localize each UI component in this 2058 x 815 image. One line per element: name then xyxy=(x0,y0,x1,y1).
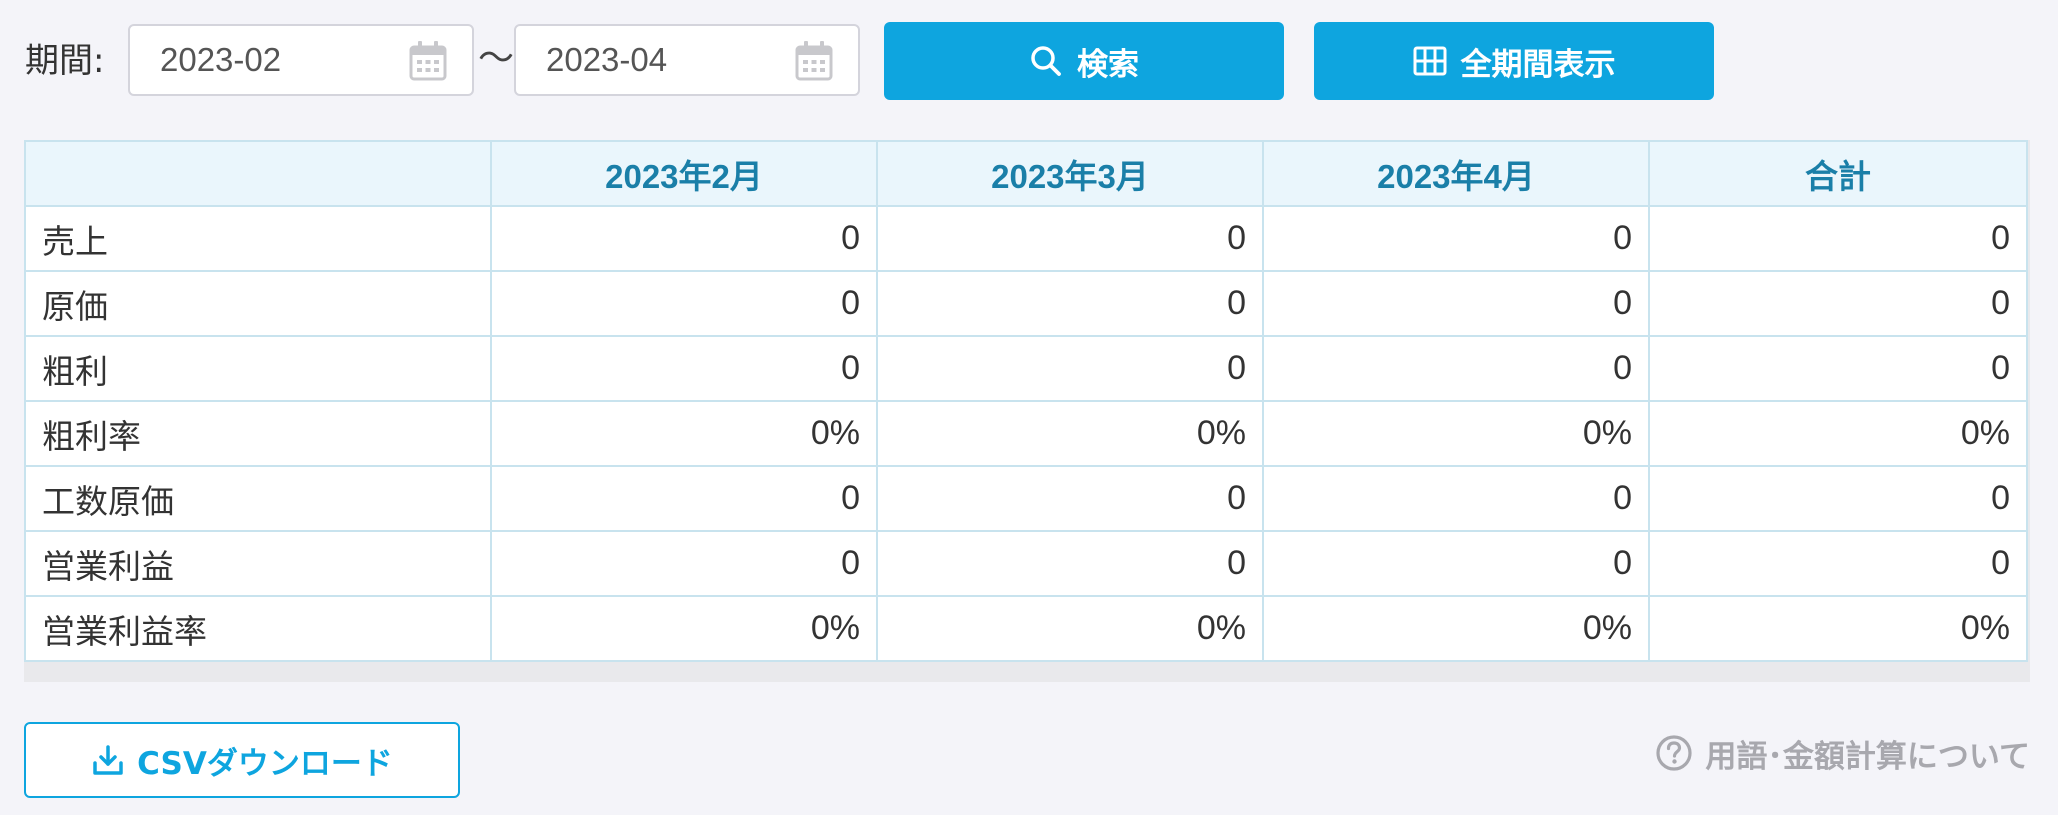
header-cell-total: 合計 xyxy=(1648,140,2028,207)
row-value: 0 xyxy=(490,530,878,597)
calendar-icon[interactable] xyxy=(794,40,834,82)
row-value: 0 xyxy=(1262,465,1650,532)
row-value: 0 xyxy=(876,270,1264,337)
row-total: 0 xyxy=(1648,205,2028,272)
table-header-row: 2023年2月 2023年3月 2023年4月 合計 xyxy=(24,140,2028,207)
table-row: 粗利率 0% 0% 0% 0% xyxy=(24,400,2028,467)
search-button-label: 検索 xyxy=(1077,46,1139,83)
row-total: 0 xyxy=(1648,270,2028,337)
header-cell-month: 2023年4月 xyxy=(1262,140,1650,207)
row-total: 0 xyxy=(1648,335,2028,402)
period-from-input[interactable] xyxy=(128,24,474,96)
table-row: 営業利益率 0% 0% 0% 0% xyxy=(24,595,2028,662)
row-value: 0 xyxy=(876,465,1264,532)
range-separator: 〜 xyxy=(478,38,515,79)
table-scroll-container[interactable]: 2023年2月 2023年3月 2023年4月 合計 売上 0 0 0 0 原価… xyxy=(24,140,2030,682)
row-total: 0% xyxy=(1648,595,2028,662)
csv-download-label: CSVダウンロード xyxy=(137,745,393,782)
header-cell-month: 2023年3月 xyxy=(876,140,1264,207)
row-value: 0 xyxy=(1262,270,1650,337)
row-value: 0% xyxy=(876,595,1264,662)
row-value: 0% xyxy=(1262,400,1650,467)
calendar-icon[interactable] xyxy=(408,40,448,82)
search-icon xyxy=(1031,46,1061,76)
row-label: 売上 xyxy=(24,205,492,272)
all-period-button[interactable]: 全期間表示 xyxy=(1314,22,1714,100)
row-value: 0% xyxy=(490,595,878,662)
row-value: 0 xyxy=(490,335,878,402)
row-value: 0 xyxy=(490,205,878,272)
period-from-value[interactable] xyxy=(160,26,390,94)
row-value: 0 xyxy=(490,270,878,337)
period-label: 期間: xyxy=(25,41,105,81)
grid-icon xyxy=(1413,46,1446,76)
period-to-value[interactable] xyxy=(546,26,776,94)
download-icon xyxy=(93,745,123,775)
period-to-input[interactable] xyxy=(514,24,860,96)
row-total: 0% xyxy=(1648,400,2028,467)
row-value: 0 xyxy=(1262,205,1650,272)
row-total: 0 xyxy=(1648,465,2028,532)
row-label: 粗利率 xyxy=(24,400,492,467)
row-value: 0 xyxy=(876,335,1264,402)
question-circle-icon xyxy=(1656,735,1693,771)
row-value: 0 xyxy=(876,530,1264,597)
row-label: 営業利益率 xyxy=(24,595,492,662)
row-value: 0 xyxy=(1262,335,1650,402)
header-cell-label xyxy=(24,140,492,207)
profit-loss-table: 2023年2月 2023年3月 2023年4月 合計 売上 0 0 0 0 原価… xyxy=(24,140,2028,662)
csv-download-button[interactable]: CSVダウンロード xyxy=(24,722,460,798)
row-value: 0% xyxy=(876,400,1264,467)
help-link-label: 用語･金額計算について xyxy=(1705,738,2030,775)
row-value: 0 xyxy=(1262,530,1650,597)
table-row: 原価 0 0 0 0 xyxy=(24,270,2028,337)
table-row: 売上 0 0 0 0 xyxy=(24,205,2028,272)
row-value: 0% xyxy=(1262,595,1650,662)
row-value: 0% xyxy=(490,400,878,467)
table-row: 粗利 0 0 0 0 xyxy=(24,335,2028,402)
row-label: 営業利益 xyxy=(24,530,492,597)
filter-bar: 期間: 〜 xyxy=(0,0,2058,130)
row-value: 0 xyxy=(876,205,1264,272)
all-period-button-label: 全期間表示 xyxy=(1460,46,1616,83)
row-label: 原価 xyxy=(24,270,492,337)
row-label: 粗利 xyxy=(24,335,492,402)
table-row: 工数原価 0 0 0 0 xyxy=(24,465,2028,532)
terms-calculation-help-link[interactable]: 用語･金額計算について xyxy=(1655,730,2030,776)
table-row: 営業利益 0 0 0 0 xyxy=(24,530,2028,597)
row-value: 0 xyxy=(490,465,878,532)
row-total: 0 xyxy=(1648,530,2028,597)
row-label: 工数原価 xyxy=(24,465,492,532)
search-button[interactable]: 検索 xyxy=(884,22,1284,100)
header-cell-month: 2023年2月 xyxy=(490,140,878,207)
